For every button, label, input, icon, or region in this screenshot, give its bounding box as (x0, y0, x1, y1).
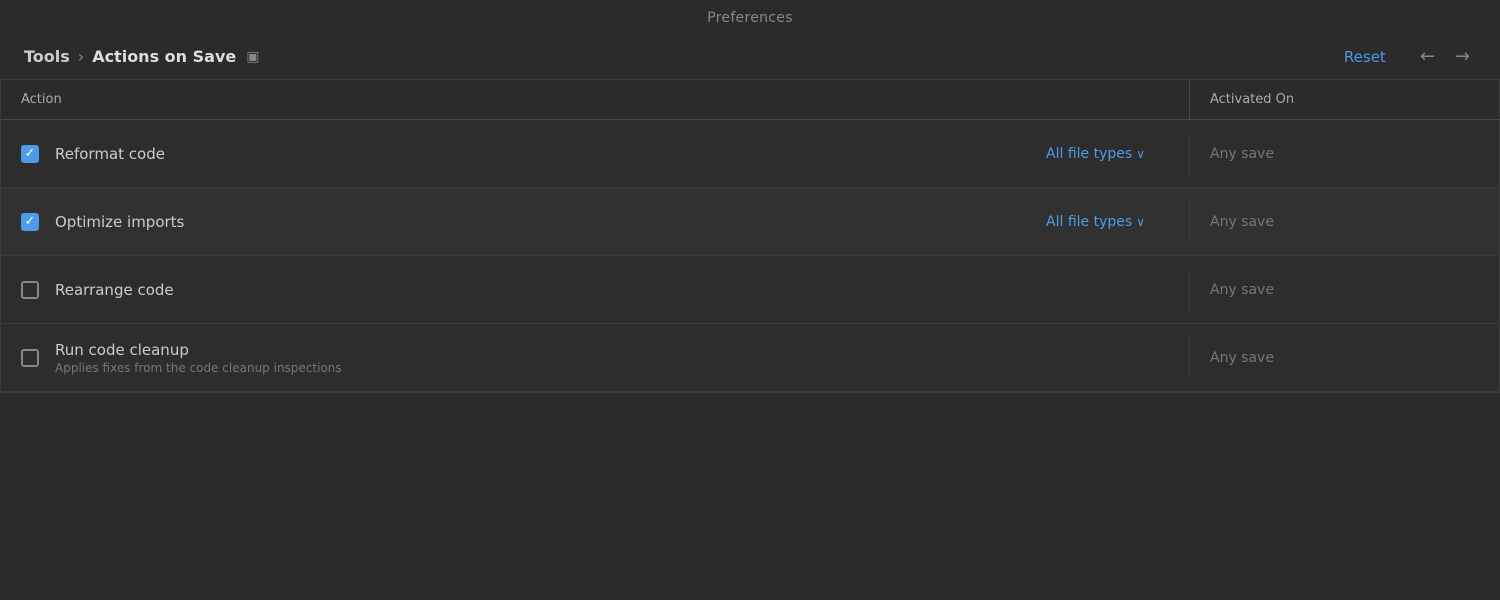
table-row: ✓ Reformat code All file types ∨ Any sav… (1, 120, 1499, 188)
checkbox-run-code-cleanup[interactable] (21, 349, 39, 367)
action-text-block: Run code cleanup Applies fixes from the … (55, 341, 342, 375)
action-label-rearrange: Rearrange code (55, 281, 174, 299)
activated-on-cleanup: Any save (1189, 336, 1499, 380)
action-text-block: Rearrange code (55, 281, 174, 299)
row-action-cell: ✓ Reformat code All file types ∨ (1, 131, 1189, 177)
action-text-block: Optimize imports (55, 213, 184, 231)
activated-on-rearrange: Any save (1189, 268, 1499, 312)
table-container: Action Activated On ✓ Reformat code All … (0, 80, 1500, 393)
action-text-block: Reformat code (55, 145, 165, 163)
action-sublabel-cleanup: Applies fixes from the code cleanup insp… (55, 361, 342, 375)
table-header-action: Action (1, 80, 1189, 119)
check-icon-partial: ✓ (25, 214, 36, 229)
breadcrumb-bar: Tools › Actions on Save ▣ Reset ← → (0, 34, 1500, 80)
nav-back-button[interactable]: ← (1414, 44, 1441, 69)
breadcrumb-tools[interactable]: Tools (24, 47, 70, 66)
row-action-cell: Rearrange code (1, 267, 1189, 313)
file-type-dropdown-reformat[interactable]: All file types ∨ (1046, 146, 1145, 162)
breadcrumb-separator: › (78, 47, 84, 66)
table-row: Rearrange code Any save (1, 256, 1499, 324)
action-label-reformat: Reformat code (55, 145, 165, 163)
check-icon: ✓ (25, 146, 36, 161)
table-header: Action Activated On (1, 80, 1499, 120)
nav-forward-button[interactable]: → (1449, 44, 1476, 69)
reset-button[interactable]: Reset (1344, 48, 1386, 66)
activated-on-optimize: Any save (1189, 200, 1499, 244)
chevron-down-icon: ∨ (1136, 147, 1145, 161)
breadcrumb-current: Actions on Save (92, 47, 236, 66)
page-title: Preferences (707, 10, 793, 26)
checkbox-reformat-code[interactable]: ✓ (21, 145, 39, 163)
breadcrumb-icon[interactable]: ▣ (246, 49, 259, 65)
activated-on-reformat: Any save (1189, 132, 1499, 176)
file-type-label-optimize: All file types (1046, 214, 1132, 230)
table-header-activated: Activated On (1189, 80, 1499, 119)
row-action-cell: Run code cleanup Applies fixes from the … (1, 327, 1189, 389)
file-type-label-reformat: All file types (1046, 146, 1132, 162)
table-row: ✓ Optimize imports All file types ∨ Any … (1, 188, 1499, 256)
chevron-down-icon: ∨ (1136, 215, 1145, 229)
action-label-cleanup: Run code cleanup (55, 341, 342, 359)
action-label-optimize: Optimize imports (55, 213, 184, 231)
row-action-cell: ✓ Optimize imports All file types ∨ (1, 199, 1189, 245)
page-title-bar: Preferences (0, 0, 1500, 34)
file-type-dropdown-optimize[interactable]: All file types ∨ (1046, 214, 1145, 230)
checkbox-rearrange-code[interactable] (21, 281, 39, 299)
checkbox-optimize-imports[interactable]: ✓ (21, 213, 39, 231)
table-row: Run code cleanup Applies fixes from the … (1, 324, 1499, 392)
